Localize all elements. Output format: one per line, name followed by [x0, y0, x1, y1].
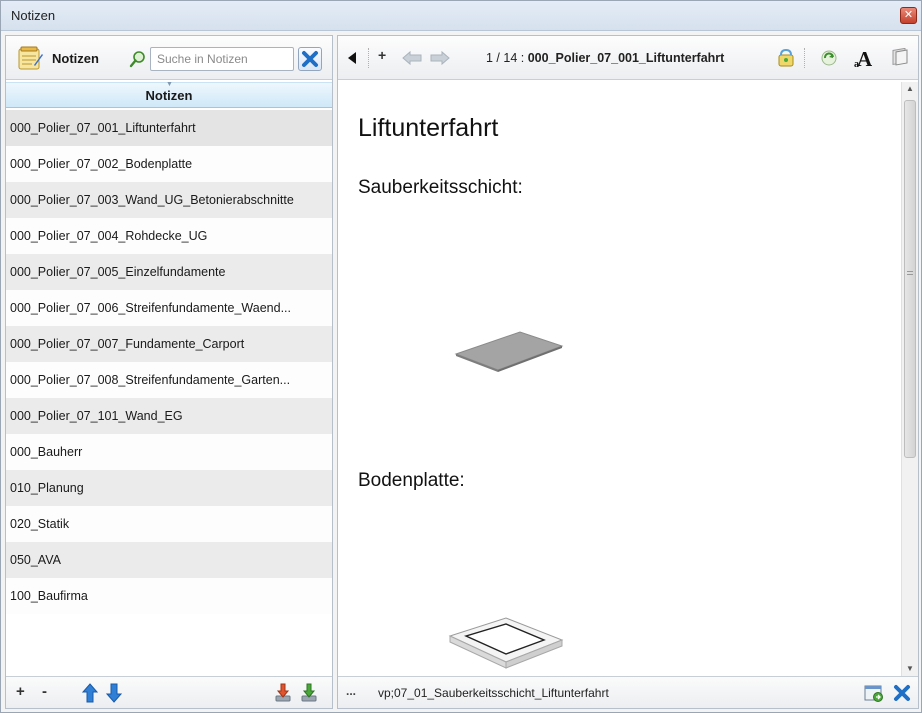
left-bottom-toolbar: + - — [6, 676, 332, 708]
note-position: 1 / 14 : 000_Polier_07_001_Liftunterfahr… — [486, 51, 724, 65]
previous-triangle-icon[interactable] — [346, 51, 358, 65]
notes-toolbar-label: Notizen — [52, 51, 99, 66]
list-item[interactable]: 020_Statik — [6, 506, 332, 542]
list-item[interactable]: 000_Polier_07_006_Streifenfundamente_Wae… — [6, 290, 332, 326]
list-column-header[interactable]: ▼ Notizen — [6, 81, 332, 108]
scroll-up-icon[interactable]: ▲ — [906, 84, 914, 93]
list-item[interactable]: 000_Polier_07_101_Wand_EG — [6, 398, 332, 434]
section-heading-sauberkeitsschicht: Sauberkeitsschicht: — [358, 177, 523, 198]
notes-list-panel: Notizen ▼ Notizen 000_Polier_07_001_Lift… — [5, 35, 333, 709]
floor-plate-3d-image — [448, 617, 564, 669]
section-heading-bodenplatte: Bodenplatte: — [358, 470, 465, 491]
note-index: 1 / 14 : — [486, 51, 525, 65]
notes-list: 000_Polier_07_001_Liftunterfahrt 000_Pol… — [6, 110, 332, 614]
list-item[interactable]: 000_Polier_07_004_Rohdecke_UG — [6, 218, 332, 254]
print-icon[interactable] — [890, 48, 910, 68]
svg-text:a: a — [854, 59, 859, 69]
search-icon — [129, 51, 145, 68]
close-window-button[interactable]: ✕ — [900, 7, 917, 24]
status-path: vp;07_01_Sauberkeitsschicht_Liftunterfah… — [378, 686, 609, 700]
move-down-icon[interactable] — [106, 683, 122, 703]
status-bar: ... vp;07_01_Sauberkeitsschicht_Liftunte… — [338, 676, 918, 708]
back-arrow-icon[interactable] — [402, 50, 422, 66]
content-vertical-scrollbar[interactable]: ▲ ▼ — [901, 82, 918, 676]
forward-arrow-icon[interactable] — [430, 50, 450, 66]
window-title: Notizen — [11, 8, 56, 23]
notepad-icon — [18, 46, 43, 70]
list-item[interactable]: 000_Polier_07_003_Wand_UG_Betonierabschn… — [6, 182, 332, 218]
list-item[interactable]: 000_Bauherr — [6, 434, 332, 470]
list-column-header-label: Notizen — [145, 88, 193, 103]
scroll-down-icon[interactable]: ▼ — [906, 664, 914, 673]
clear-x-icon — [302, 51, 318, 67]
left-toolbar: Notizen — [6, 36, 332, 80]
title-bar[interactable]: Notizen ✕ — [1, 1, 921, 31]
move-up-icon[interactable] — [82, 683, 98, 703]
remove-note-button[interactable]: - — [42, 683, 47, 700]
export-down-icon[interactable] — [274, 683, 292, 703]
note-viewer-panel: + 1 / 14 : 000_Polier_07_001_Liftunterfa… — [337, 35, 919, 709]
toolbar-separator — [368, 48, 369, 68]
sort-caret-icon: ▼ — [166, 81, 173, 88]
import-down-icon[interactable] — [300, 683, 318, 703]
font-icon[interactable]: A a — [854, 47, 878, 69]
export-window-icon[interactable] — [864, 684, 884, 702]
add-note-button[interactable]: + — [16, 683, 25, 700]
close-note-x-icon[interactable] — [892, 683, 912, 703]
add-button[interactable]: + — [378, 47, 386, 63]
search-input[interactable] — [150, 47, 294, 71]
list-item[interactable]: 010_Planung — [6, 470, 332, 506]
list-item[interactable]: 000_Polier_07_002_Bodenplatte — [6, 146, 332, 182]
more-button[interactable]: ... — [346, 684, 356, 698]
svg-text:A: A — [857, 47, 873, 69]
current-note-title: 000_Polier_07_001_Liftunterfahrt — [527, 51, 725, 65]
edit-note-icon[interactable] — [776, 48, 796, 68]
toolbar-separator — [804, 48, 805, 68]
notes-window: Notizen ✕ Notizen Suche in Notizen ▼ Not… — [0, 0, 922, 713]
right-toolbar: + 1 / 14 : 000_Polier_07_001_Liftunterfa… — [338, 36, 918, 80]
list-item[interactable]: 000_Polier_07_007_Fundamente_Carport — [6, 326, 332, 362]
note-heading: Liftunterfahrt — [358, 114, 499, 142]
list-item[interactable]: 000_Polier_07_001_Liftunterfahrt — [6, 110, 332, 146]
thumb-grip-icon — [907, 271, 913, 275]
clear-search-button[interactable] — [298, 47, 322, 71]
list-item[interactable]: 000_Polier_07_008_Streifenfundamente_Gar… — [6, 362, 332, 398]
list-item[interactable]: 000_Polier_07_005_Einzelfundamente — [6, 254, 332, 290]
list-item[interactable]: 050_AVA — [6, 542, 332, 578]
slab-3d-image — [454, 331, 564, 372]
refresh-icon[interactable] — [820, 49, 838, 67]
list-item[interactable]: 100_Baufirma — [6, 578, 332, 614]
scrollbar-thumb[interactable] — [904, 100, 916, 458]
note-content[interactable]: Liftunterfahrt Sauberkeitsschicht: Boden… — [338, 82, 900, 676]
close-icon: ✕ — [903, 9, 914, 21]
